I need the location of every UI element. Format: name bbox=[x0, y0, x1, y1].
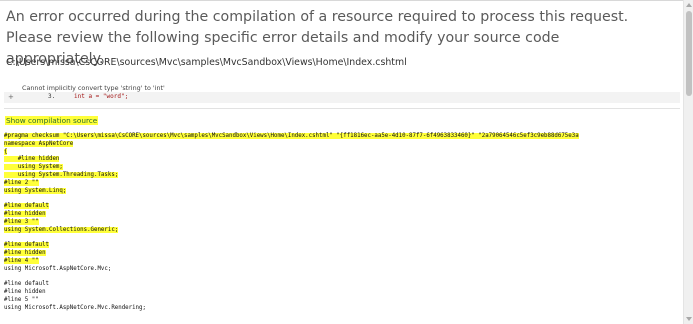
show-compilation-source-link[interactable]: Show compilation source bbox=[5, 116, 99, 125]
source-line: using System; bbox=[4, 164, 63, 171]
source-line: #line hidden bbox=[4, 249, 46, 256]
source-line bbox=[4, 273, 579, 281]
source-line: #line hidden bbox=[4, 210, 46, 217]
source-line bbox=[4, 195, 579, 203]
source-line: #line 4 "" bbox=[4, 257, 39, 264]
source-line: using System.Threading.Tasks; bbox=[4, 171, 119, 178]
source-line: #line default bbox=[4, 281, 50, 288]
source-line bbox=[4, 234, 579, 242]
section-divider bbox=[4, 108, 680, 109]
error-file-path: C:\Users\missa\CsCORE\sources\Mvc\sample… bbox=[6, 57, 407, 68]
source-line: #line 3 "" bbox=[4, 218, 39, 225]
source-line: #pragma checksum "C:\Users\missa\CsCORE\… bbox=[4, 133, 579, 139]
source-line: #line default bbox=[4, 242, 50, 249]
scrollbar-thumb[interactable] bbox=[686, 11, 692, 96]
source-line: #line hidden bbox=[4, 156, 60, 163]
error-line-number: 3. bbox=[48, 93, 56, 100]
error-message: Cannot implicitly convert type 'string' … bbox=[22, 84, 165, 92]
source-line: #line default bbox=[4, 203, 50, 210]
scroll-down-arrow-icon[interactable] bbox=[686, 317, 692, 321]
error-code-line: int a = "word"; bbox=[74, 93, 129, 100]
vertical-scrollbar[interactable] bbox=[683, 0, 693, 324]
source-line: { bbox=[4, 148, 8, 155]
source-line: using System.Collections.Generic; bbox=[4, 226, 119, 233]
source-line: #line 5 "" bbox=[4, 296, 39, 303]
compilation-source: #pragma checksum "C:\Users\missa\CsCORE\… bbox=[4, 133, 579, 312]
scroll-up-arrow-icon[interactable] bbox=[686, 3, 692, 7]
source-line: using Microsoft.AspNetCore.Mvc.Rendering… bbox=[4, 304, 146, 311]
expand-icon[interactable]: + bbox=[8, 93, 14, 101]
source-line: #line 2 "" bbox=[4, 179, 39, 186]
error-code-snippet: + 3. int a = "word"; bbox=[4, 92, 680, 103]
error-page: An error occurred during the compilation… bbox=[0, 0, 683, 324]
source-line: namespace AspNetCore bbox=[4, 140, 74, 147]
top-divider bbox=[0, 0, 683, 1]
source-line: using System.Linq; bbox=[4, 187, 67, 194]
source-line: using Microsoft.AspNetCore.Mvc; bbox=[4, 265, 112, 272]
source-line: #line hidden bbox=[4, 288, 46, 295]
